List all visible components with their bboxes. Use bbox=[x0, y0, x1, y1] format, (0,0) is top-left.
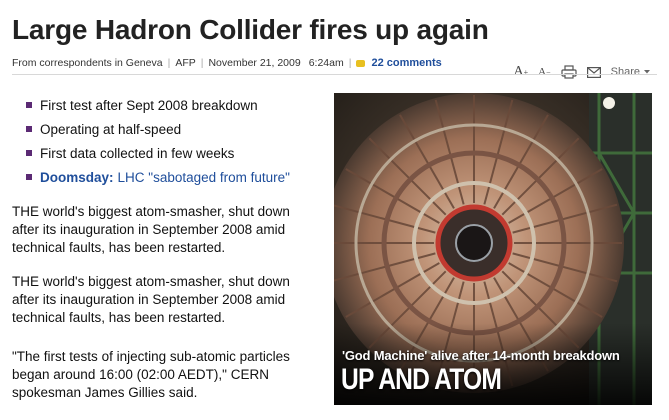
photo-caption-subtitle: 'God Machine' alive after 14-month break… bbox=[342, 348, 620, 363]
printer-icon bbox=[561, 65, 577, 79]
decrease-font-letter: A bbox=[538, 66, 547, 78]
increase-font-letter: A bbox=[513, 64, 524, 79]
bullet-square-icon bbox=[26, 126, 32, 132]
key-point-text: First test after Sept 2008 breakdown bbox=[40, 97, 258, 113]
article-byline: From correspondents in Geneva | AFP | No… bbox=[12, 57, 442, 69]
email-button[interactable] bbox=[586, 66, 601, 78]
related-story: Doomsday: LHC "sabotaged from future" bbox=[26, 165, 290, 189]
header-divider bbox=[12, 74, 657, 75]
byline-time: 6:24am bbox=[308, 57, 344, 69]
minus-icon: − bbox=[546, 67, 551, 77]
bullet-square-icon bbox=[26, 174, 32, 180]
byline-source: AFP bbox=[175, 57, 196, 69]
print-button[interactable] bbox=[561, 65, 577, 79]
envelope-icon bbox=[586, 66, 601, 78]
article-tools: A + A − Share bbox=[514, 64, 651, 80]
article-paragraph: THE world's biggest atom-smasher, shut d… bbox=[12, 204, 290, 255]
bullet-square-icon bbox=[26, 102, 32, 108]
byline-author: From correspondents in Geneva bbox=[12, 57, 163, 69]
share-button[interactable]: Share bbox=[611, 66, 651, 78]
byline-date: November 21, 2009 bbox=[208, 57, 301, 69]
article-photo[interactable]: 'God Machine' alive after 14-month break… bbox=[334, 93, 652, 405]
key-point-text: First data collected in few weeks bbox=[40, 145, 235, 161]
related-story-link[interactable]: LHC "sabotaged from future" bbox=[118, 170, 290, 185]
plus-icon: + bbox=[523, 67, 529, 77]
article-paragraph: "The first tests of injecting sub-atomic… bbox=[12, 349, 290, 400]
key-point: Operating at half-speed bbox=[26, 117, 290, 141]
key-points-list: First test after Sept 2008 breakdown Ope… bbox=[26, 93, 290, 189]
byline-separator: | bbox=[167, 57, 171, 69]
photo-caption-title: UP AND ATOM bbox=[341, 363, 502, 396]
increase-font-button[interactable]: A + bbox=[514, 64, 529, 80]
share-label: Share bbox=[610, 66, 640, 78]
key-point-text: Operating at half-speed bbox=[40, 121, 182, 137]
comments-link[interactable]: 22 comments bbox=[371, 57, 441, 69]
decrease-font-button[interactable]: A − bbox=[538, 66, 550, 78]
bullet-square-icon bbox=[26, 150, 32, 156]
byline-separator: | bbox=[348, 57, 352, 69]
byline-separator: | bbox=[200, 57, 204, 69]
comment-bubble-icon bbox=[356, 59, 366, 67]
key-point: First test after Sept 2008 breakdown bbox=[26, 93, 290, 117]
article-headline: Large Hadron Collider fires up again bbox=[12, 14, 489, 45]
key-point: First data collected in few weeks bbox=[26, 141, 290, 165]
article-paragraph: THE world's biggest atom-smasher, shut d… bbox=[12, 274, 290, 325]
related-story-label: Doomsday: bbox=[40, 169, 114, 185]
